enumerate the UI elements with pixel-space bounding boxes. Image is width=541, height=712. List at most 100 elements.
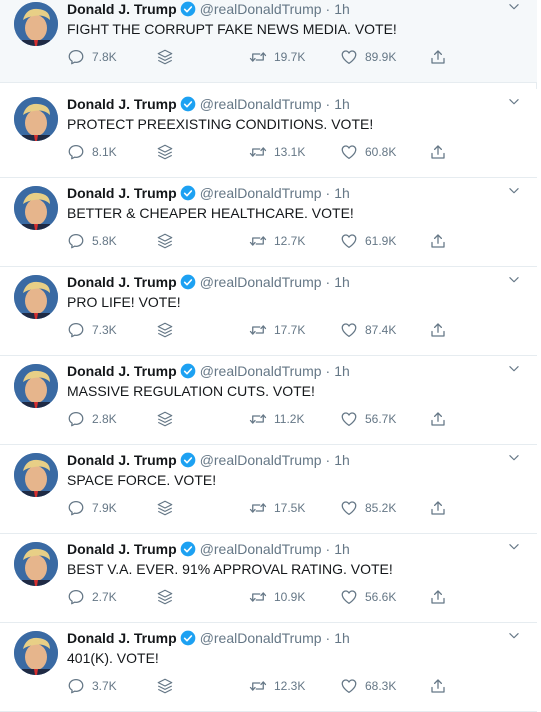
layers-button[interactable] [156, 46, 178, 68]
avatar[interactable] [14, 631, 58, 675]
retweet-button[interactable]: 11.2K [249, 408, 319, 430]
author-name[interactable]: Donald J. Trump [67, 541, 177, 557]
chevron-down-icon[interactable] [507, 184, 521, 198]
tweet[interactable]: Donald J. Trump @realDonaldTrump · 1h MASSI… [0, 356, 537, 445]
author-name[interactable]: Donald J. Trump [67, 630, 177, 646]
chevron-down-icon[interactable] [507, 629, 521, 643]
tweet-time[interactable]: 1h [334, 185, 350, 201]
chevron-down-icon[interactable] [507, 540, 521, 554]
author-handle[interactable]: @realDonaldTrump [200, 541, 322, 557]
tweet-time[interactable]: 1h [334, 363, 350, 379]
author-handle[interactable]: @realDonaldTrump [200, 363, 322, 379]
reply-button[interactable]: 7.8K [67, 46, 127, 68]
tweet-time[interactable]: 1h [334, 274, 350, 290]
chevron-down-icon[interactable] [507, 451, 521, 465]
avatar[interactable] [14, 186, 58, 230]
reply-button[interactable]: 2.7K [67, 586, 127, 608]
author-handle[interactable]: @realDonaldTrump [200, 185, 322, 201]
tweet[interactable]: Donald J. Trump @realDonaldTrump · 1h 401(K… [0, 623, 537, 712]
reply-icon [68, 589, 84, 605]
layers-button[interactable] [156, 586, 178, 608]
author-name[interactable]: Donald J. Trump [67, 96, 177, 112]
retweet-count: 10.9K [274, 590, 306, 604]
chevron-down-icon[interactable] [507, 362, 521, 376]
tweet[interactable]: Donald J. Trump @realDonaldTrump · 1h BEST … [0, 534, 537, 623]
avatar[interactable] [14, 542, 58, 586]
avatar[interactable] [14, 453, 58, 497]
author-handle[interactable]: @realDonaldTrump [200, 452, 322, 468]
reply-button[interactable]: 2.8K [67, 408, 127, 430]
reply-button[interactable]: 7.3K [67, 319, 127, 341]
layers-button[interactable] [156, 408, 178, 430]
share-button[interactable] [429, 46, 451, 68]
retweet-button[interactable]: 17.7K [249, 319, 319, 341]
layers-button[interactable] [156, 497, 178, 519]
like-count: 68.3K [365, 679, 397, 693]
layers-button[interactable] [156, 675, 178, 697]
tweet[interactable]: Donald J. Trump @realDonaldTrump · 1h PRO L… [0, 267, 537, 356]
reply-button[interactable]: 8.1K [67, 141, 127, 163]
retweet-button[interactable]: 19.7K [249, 46, 319, 68]
layers-button[interactable] [156, 141, 178, 163]
avatar[interactable] [14, 2, 58, 46]
tweet[interactable]: Donald J. Trump @realDonaldTrump · 1h BETTE… [0, 178, 537, 267]
author-name[interactable]: Donald J. Trump [67, 452, 177, 468]
chevron-down-icon[interactable] [507, 95, 521, 109]
share-icon [431, 50, 445, 64]
share-button[interactable] [429, 141, 451, 163]
share-button[interactable] [429, 675, 451, 697]
tweet-time[interactable]: 1h [334, 452, 350, 468]
author-name[interactable]: Donald J. Trump [67, 185, 177, 201]
avatar[interactable] [14, 364, 58, 408]
retweet-button[interactable]: 12.7K [249, 230, 319, 252]
share-button[interactable] [429, 497, 451, 519]
retweet-button[interactable]: 13.1K [249, 141, 319, 163]
share-button[interactable] [429, 319, 451, 341]
author-name[interactable]: Donald J. Trump [67, 363, 177, 379]
layers-button[interactable] [156, 230, 178, 252]
tweet-time[interactable]: 1h [334, 1, 350, 17]
reply-button[interactable]: 3.7K [67, 675, 127, 697]
tweet-time[interactable]: 1h [334, 630, 350, 646]
avatar[interactable] [14, 97, 58, 141]
tweet[interactable]: Donald J. Trump @realDonaldTrump · 1h SPACE… [0, 445, 537, 534]
tweet-time[interactable]: 1h [334, 96, 350, 112]
reply-icon [68, 322, 84, 338]
like-button[interactable]: 56.6K [340, 586, 410, 608]
author-name[interactable]: Donald J. Trump [67, 1, 177, 17]
chevron-down-icon[interactable] [507, 273, 521, 287]
reply-count: 2.8K [92, 412, 117, 426]
share-icon [431, 590, 445, 604]
reply-icon [68, 233, 84, 249]
share-button[interactable] [429, 230, 451, 252]
author-name[interactable]: Donald J. Trump [67, 274, 177, 290]
retweet-button[interactable]: 10.9K [249, 586, 319, 608]
tweet[interactable]: Donald J. Trump @realDonaldTrump · 1h FIGHT… [0, 0, 537, 83]
tweet-time[interactable]: 1h [334, 541, 350, 557]
separator-dot: · [325, 630, 331, 646]
author-handle[interactable]: @realDonaldTrump [200, 274, 322, 290]
like-button[interactable]: 60.8K [340, 141, 410, 163]
retweet-button[interactable]: 17.5K [249, 497, 319, 519]
share-button[interactable] [429, 586, 451, 608]
retweet-count: 12.7K [274, 234, 306, 248]
author-handle[interactable]: @realDonaldTrump [200, 1, 322, 17]
like-button[interactable]: 85.2K [340, 497, 410, 519]
layers-button[interactable] [156, 319, 178, 341]
avatar[interactable] [14, 275, 58, 319]
author-handle[interactable]: @realDonaldTrump [200, 96, 322, 112]
like-button[interactable]: 56.7K [340, 408, 410, 430]
like-button[interactable]: 87.4K [340, 319, 410, 341]
retweet-button[interactable]: 12.3K [249, 675, 319, 697]
reply-button[interactable]: 7.9K [67, 497, 127, 519]
share-button[interactable] [429, 408, 451, 430]
like-button[interactable]: 68.3K [340, 675, 410, 697]
retweet-icon [249, 236, 267, 246]
author-handle[interactable]: @realDonaldTrump [200, 630, 322, 646]
reply-icon [68, 144, 84, 160]
tweet[interactable]: Donald J. Trump @realDonaldTrump · 1h PROTE… [0, 89, 537, 178]
like-button[interactable]: 61.9K [340, 230, 410, 252]
chevron-down-icon[interactable] [507, 0, 521, 14]
reply-button[interactable]: 5.8K [67, 230, 127, 252]
like-button[interactable]: 89.9K [340, 46, 410, 68]
